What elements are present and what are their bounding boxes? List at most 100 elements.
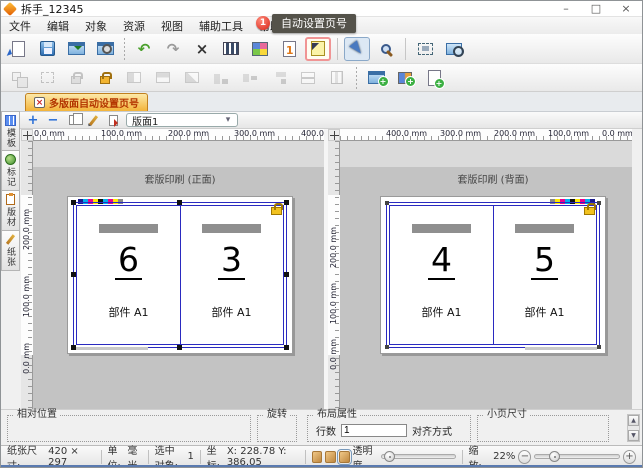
undo-icon[interactable]: ↶: [131, 37, 157, 61]
sidebar-tab-templates[interactable]: 模板: [1, 111, 20, 151]
page-number-icon[interactable]: 1: [276, 37, 302, 61]
menu-view[interactable]: 视图: [153, 18, 191, 34]
add-page-icon[interactable]: [421, 66, 447, 90]
zoom-selection-icon[interactable]: [441, 37, 467, 61]
chevron-down-icon[interactable]: ▾: [221, 114, 235, 126]
scroll-down-icon[interactable]: ▼: [628, 430, 639, 441]
split-rows-icon[interactable]: [295, 66, 321, 90]
menu-file[interactable]: 文件: [1, 18, 39, 34]
ruler-origin-icon: [328, 129, 340, 141]
align-label: 对齐方式: [412, 423, 452, 438]
selection-handle[interactable]: [284, 272, 289, 277]
ruler-label: 100.0 mm: [548, 129, 589, 138]
swap-horizontal-icon[interactable]: [121, 66, 147, 90]
zoom-controls: 缩放: 22% − +: [462, 446, 642, 467]
zoom-slider-thumb[interactable]: [549, 451, 560, 462]
close-button[interactable]: ×: [618, 2, 634, 16]
add-sheet-icon[interactable]: [363, 66, 389, 90]
group-icon[interactable]: [5, 66, 31, 90]
copy-layout-icon[interactable]: [66, 113, 80, 127]
canvas-front[interactable]: 套版印刷 (正面) 6 部件 A1: [33, 141, 324, 409]
export-layout-icon[interactable]: [106, 113, 120, 127]
workspace: 0.0 mm 100.0 mm 200.0 mm 300.0 mm 400.0 …: [20, 129, 643, 409]
app-window: 拆手_12345 – □ × 文件 编辑 对象 资源 视图 辅助工具 帮助 1 …: [0, 0, 643, 468]
maximize-button[interactable]: □: [588, 2, 604, 16]
marquee-icon[interactable]: [34, 66, 60, 90]
page-cell[interactable]: 5 部件 A1: [493, 206, 596, 344]
window-import-icon[interactable]: [63, 37, 89, 61]
ruler-label: 200.0 mm: [329, 227, 338, 268]
align-middle-icon[interactable]: [237, 66, 263, 90]
zoom-slider[interactable]: [534, 454, 619, 459]
columns-view-icon[interactable]: [218, 37, 244, 61]
selection-handle[interactable]: [284, 345, 289, 350]
selection-handle[interactable]: [71, 200, 76, 205]
sidebar-tab-paper[interactable]: 纸张: [1, 231, 20, 271]
corner-mark: [385, 201, 389, 205]
zoom-tool-icon[interactable]: [373, 37, 399, 61]
selection-handle[interactable]: [177, 200, 182, 205]
header-placeholder: [412, 224, 472, 233]
delete-icon[interactable]: ×: [189, 37, 215, 61]
menu-edit[interactable]: 编辑: [39, 18, 77, 34]
window-export-icon[interactable]: [92, 37, 118, 61]
minimize-button[interactable]: –: [558, 2, 574, 16]
globe-icon: [5, 154, 16, 165]
opacity-slider[interactable]: [381, 454, 455, 459]
opacity-preset-icon[interactable]: [312, 451, 323, 463]
layout-select[interactable]: 版面1 ▾: [126, 113, 238, 127]
tab-auto-page-number[interactable]: × 多版面自动设置页号: [25, 93, 148, 111]
multi-layout-view-icon[interactable]: [247, 37, 273, 61]
tab-close-icon[interactable]: ×: [34, 97, 45, 108]
scroll-up-icon[interactable]: ▲: [628, 415, 639, 426]
redo-icon[interactable]: ↷: [160, 37, 186, 61]
add-template-icon[interactable]: [392, 66, 418, 90]
lock-icon: [271, 207, 282, 215]
selection-handle[interactable]: [284, 200, 289, 205]
zoom-in-button[interactable]: +: [623, 450, 636, 464]
panel-front: 0.0 mm 100.0 mm 200.0 mm 300.0 mm 400.0 …: [21, 129, 324, 409]
add-layout-icon[interactable]: +: [26, 113, 40, 127]
menu-object[interactable]: 对象: [77, 18, 115, 34]
selection-handle[interactable]: [177, 345, 182, 350]
menu-tools[interactable]: 辅助工具: [191, 18, 251, 34]
rows-input[interactable]: [341, 424, 407, 437]
split-columns-icon[interactable]: [324, 66, 350, 90]
save-job-icon[interactable]: [34, 37, 60, 61]
clipboard-icon: [6, 194, 15, 205]
swap-vertical-icon[interactable]: [150, 66, 176, 90]
page-cell[interactable]: 4 部件 A1: [390, 206, 493, 344]
auto-page-number-icon[interactable]: [305, 37, 331, 61]
opacity-slider-thumb[interactable]: [384, 451, 395, 462]
align-bottom-icon[interactable]: [208, 66, 234, 90]
ruler-page-zone: [328, 195, 340, 355]
sidebar-tab-plates[interactable]: 版材: [1, 191, 20, 231]
selection-value: 1: [187, 451, 193, 462]
menu-resource[interactable]: 资源: [115, 18, 153, 34]
sidebar-tab-marks[interactable]: 标记: [1, 151, 20, 191]
press-sheet-back[interactable]: 4 部件 A1 5 部件 A1: [380, 196, 606, 354]
sidebar-tab-label: 模板: [4, 128, 17, 148]
canvas-back[interactable]: 套版印刷 (背面) 4 部件 A1: [340, 141, 632, 409]
press-sheet-front[interactable]: 6 部件 A1 3 部件 A1: [67, 196, 293, 354]
page-cell[interactable]: 6 部件 A1: [77, 206, 180, 344]
new-job-icon[interactable]: [5, 37, 31, 61]
select-tool-icon[interactable]: [344, 37, 370, 61]
page-cell[interactable]: 3 部件 A1: [180, 206, 283, 344]
component-label: 部件 A1: [493, 304, 596, 320]
lock-icon[interactable]: [63, 66, 89, 90]
group-title: 布局属性: [314, 410, 360, 420]
remove-layout-icon[interactable]: −: [46, 113, 60, 127]
opacity-preset-icon[interactable]: [339, 451, 350, 463]
corner-mark: [597, 201, 601, 205]
opacity-preset-icon[interactable]: [325, 451, 336, 463]
fit-view-icon[interactable]: [412, 37, 438, 61]
selection-handle[interactable]: [71, 272, 76, 277]
unlock-icon[interactable]: [92, 66, 118, 90]
swap-diagonal-icon[interactable]: [179, 66, 205, 90]
properties-scrollbar[interactable]: ▲ ▼: [627, 414, 640, 442]
rename-layout-icon[interactable]: [86, 113, 100, 127]
zoom-out-button[interactable]: −: [518, 450, 531, 464]
tab-label: 多版面自动设置页号: [49, 95, 139, 110]
align-right-icon[interactable]: [266, 66, 292, 90]
